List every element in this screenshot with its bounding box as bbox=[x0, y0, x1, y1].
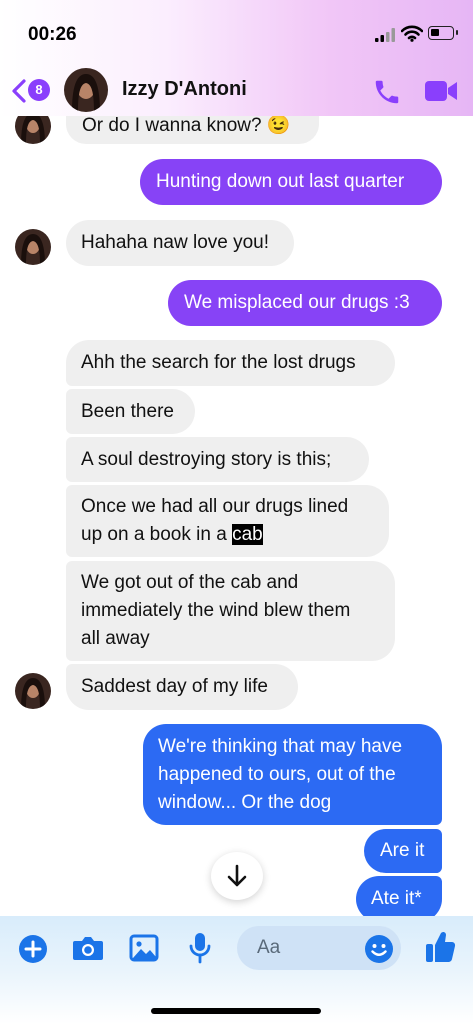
contact-mini-avatar bbox=[15, 229, 51, 265]
incoming-message[interactable]: Been there bbox=[66, 389, 195, 434]
selected-text-highlight[interactable]: cab bbox=[232, 524, 263, 545]
arrow-down-icon bbox=[227, 864, 247, 887]
microphone-icon[interactable] bbox=[188, 931, 212, 965]
home-indicator[interactable] bbox=[151, 1008, 321, 1014]
contact-name[interactable]: Izzy D'Antoni bbox=[122, 78, 247, 101]
cellular-signal-icon bbox=[375, 28, 395, 42]
message-line: happened to ours, out of the bbox=[158, 764, 396, 785]
outgoing-message[interactable]: We're thinking that may have happened to… bbox=[143, 724, 442, 825]
contact-avatar[interactable] bbox=[64, 68, 108, 112]
incoming-message[interactable]: Saddest day of my life bbox=[66, 664, 298, 710]
message-line: We're thinking that may have bbox=[158, 736, 403, 757]
message-line: all away bbox=[81, 628, 150, 649]
message-line: immediately the wind blew them bbox=[81, 600, 351, 621]
message-line: We got out of the cab and bbox=[81, 572, 299, 593]
outgoing-message[interactable]: We misplaced our drugs :3 bbox=[168, 280, 442, 326]
smiley-icon[interactable] bbox=[364, 934, 394, 964]
chat-header: 8 Izzy D'Antoni bbox=[0, 66, 473, 116]
video-camera-icon[interactable] bbox=[424, 79, 458, 103]
outgoing-message[interactable]: Hunting down out last quarter bbox=[140, 159, 442, 205]
incoming-message[interactable]: Ahh the search for the lost drugs bbox=[66, 340, 395, 386]
contact-mini-avatar bbox=[15, 673, 51, 709]
unread-count-badge[interactable]: 8 bbox=[28, 79, 50, 101]
contact-mini-avatar bbox=[15, 116, 51, 144]
wifi-icon bbox=[401, 25, 423, 42]
composer-bar bbox=[0, 916, 473, 1024]
message-text: up on a book in a bbox=[81, 524, 233, 545]
camera-icon[interactable] bbox=[72, 934, 104, 962]
plus-circle-icon[interactable] bbox=[18, 934, 48, 964]
incoming-message[interactable]: A soul destroying story is this; bbox=[66, 437, 369, 482]
message-line: up on a book in a cab bbox=[81, 521, 389, 549]
thumbs-up-icon[interactable] bbox=[424, 930, 456, 964]
image-icon[interactable] bbox=[129, 933, 159, 963]
outgoing-message[interactable]: Ate it* bbox=[356, 876, 442, 916]
battery-icon bbox=[428, 26, 458, 40]
message-line: Once we had all our drugs lined bbox=[81, 496, 349, 517]
incoming-message[interactable]: Hahaha naw love you! bbox=[66, 220, 294, 266]
status-bar: 00:26 bbox=[0, 0, 473, 66]
chevron-left-icon[interactable] bbox=[10, 78, 28, 104]
incoming-message[interactable]: Once we had all our drugs lined up on a … bbox=[66, 485, 389, 557]
message-line: window... Or the dog bbox=[158, 792, 332, 813]
status-time: 00:26 bbox=[28, 24, 77, 45]
phone-icon[interactable] bbox=[372, 77, 402, 107]
message-list[interactable]: Or do I wanna know? 😉 Hunting down out l… bbox=[0, 116, 473, 916]
incoming-message[interactable]: Or do I wanna know? 😉 bbox=[66, 116, 319, 144]
incoming-message[interactable]: We got out of the cab and immediately th… bbox=[66, 561, 395, 661]
scroll-to-bottom-button[interactable] bbox=[211, 852, 263, 900]
outgoing-message[interactable]: Are it bbox=[364, 829, 442, 873]
